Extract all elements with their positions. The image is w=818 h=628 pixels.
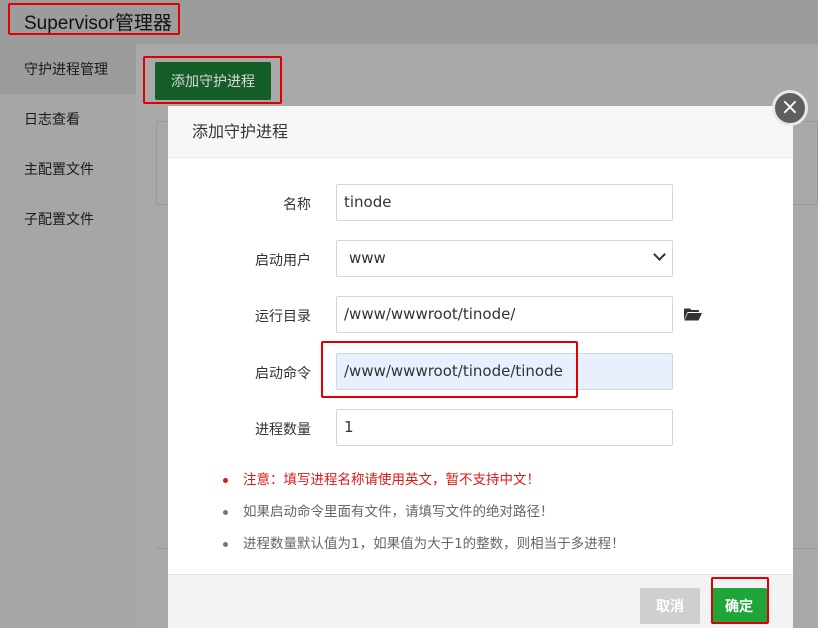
sidebar-item-log-view[interactable]: 日志查看 [0,94,136,144]
command-label: 启动命令 [255,366,311,382]
notes-list: 注意：填写进程名称请使用英文，暂不支持中文！ 如果启动命令里面有文件，请填写文件… [223,470,625,566]
count-input[interactable]: 1 [336,409,673,446]
cancel-button[interactable]: 取消 [640,588,700,624]
form-row-dir: 运行目录 /www/wwwroot/tinode/ [168,296,793,334]
sidebar-item-main-config[interactable]: 主配置文件 [0,144,136,194]
dir-input[interactable]: /www/wwwroot/tinode/ [336,296,673,333]
user-label: 启动用户 [255,253,311,269]
highlight-box-command [321,341,578,398]
name-label: 名称 [283,197,311,213]
sidebar-item-sub-config[interactable]: 子配置文件 [0,194,136,244]
note-item: 如果启动命令里面有文件，请填写文件的绝对路径！ [223,502,625,534]
highlight-box-add-button [143,56,282,104]
sidebar: 守护进程管理 日志查看 主配置文件 子配置文件 [0,44,136,628]
highlight-box-confirm [711,577,769,624]
dialog-title: 添加守护进程 [168,106,793,158]
user-select[interactable]: www [336,240,673,277]
note-item: 进程数量默认值为1，如果值为大于1的整数，则相当于多进程！ [223,534,625,566]
name-input[interactable]: tinode [336,184,673,221]
dialog-footer: 取消 确定 [168,574,793,628]
close-icon[interactable]: × [772,90,808,126]
note-warning: 注意：填写进程名称请使用英文，暂不支持中文！ [223,470,625,502]
chevron-down-icon [653,248,666,261]
dir-label: 运行目录 [255,309,311,325]
folder-open-icon[interactable] [684,308,702,321]
form-row-user: 启动用户 www [168,240,793,278]
form-row-name: 名称 tinode [168,184,793,222]
form-row-count: 进程数量 1 [168,409,793,447]
count-label: 进程数量 [255,422,311,438]
sidebar-item-process-manage[interactable]: 守护进程管理 [0,44,136,94]
highlight-box-title [8,3,180,35]
user-select-value: www [349,249,386,267]
